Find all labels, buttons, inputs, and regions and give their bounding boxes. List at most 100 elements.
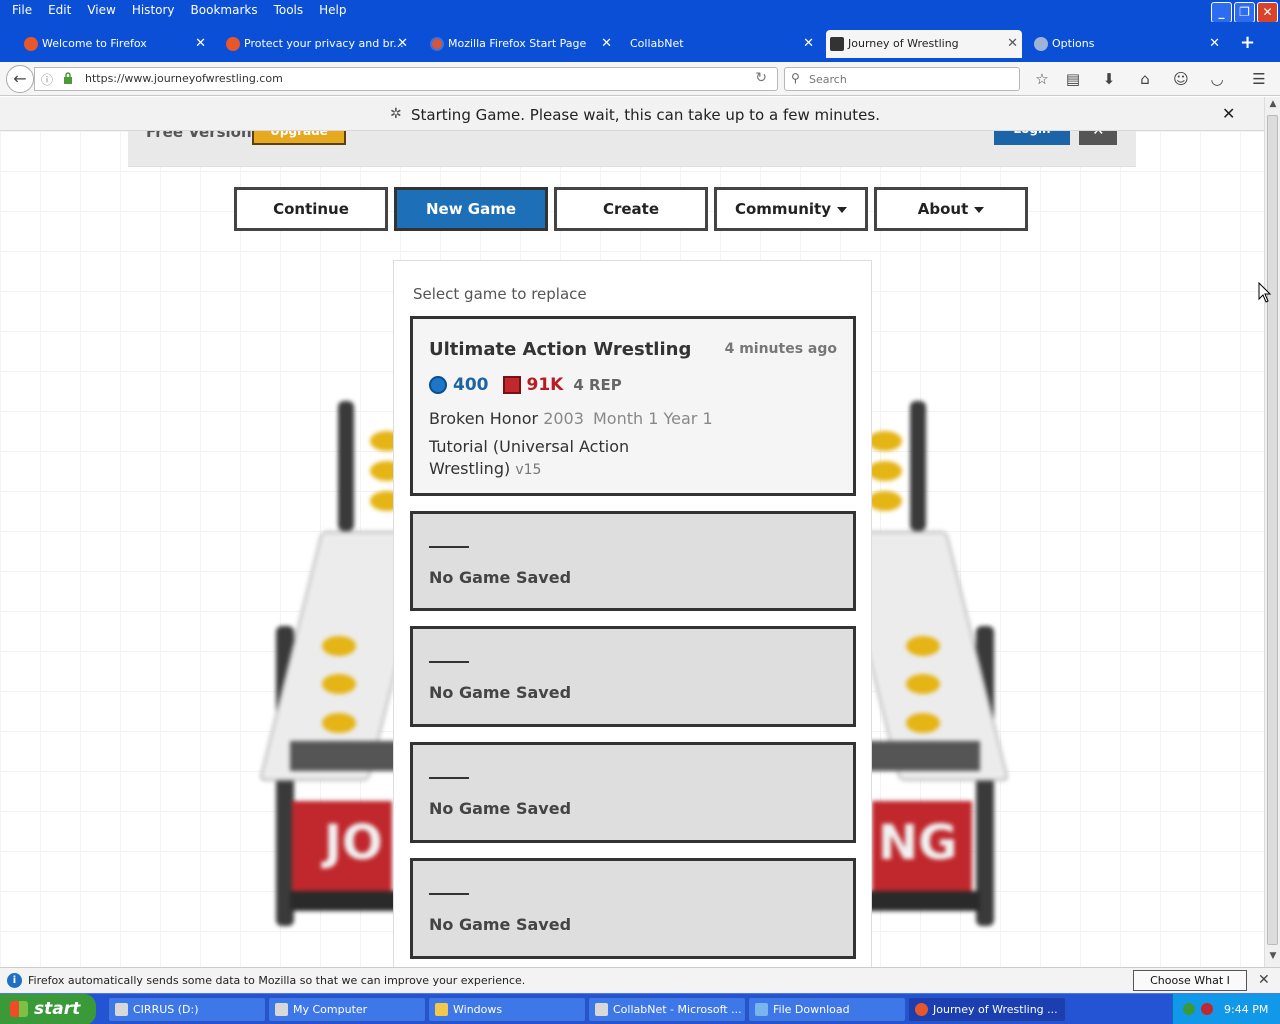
ie-icon xyxy=(755,1003,768,1016)
menu-bar: File Edit View History Bookmarks Tools H… xyxy=(0,0,1280,23)
url-bar[interactable]: ⓘ https://www.journeyofwrestling.com ↻ xyxy=(34,67,778,91)
wrench-icon[interactable]: ⚒ xyxy=(1079,131,1117,145)
notification-bar: ✲ Starting Game. Please wait, this can t… xyxy=(0,97,1264,131)
task-label: CollabNet - Microsoft ... xyxy=(613,1003,742,1016)
create-label: Create xyxy=(602,200,660,218)
close-tab-icon[interactable]: ✕ xyxy=(1209,30,1220,58)
start-button[interactable]: start xyxy=(0,994,96,1024)
about-label: About xyxy=(917,200,969,218)
task-file-download[interactable]: File Download xyxy=(748,997,906,1022)
menu-bookmarks[interactable]: Bookmarks xyxy=(183,3,266,17)
windows-logo-icon xyxy=(10,1001,28,1017)
tab-label: Mozilla Firefox Start Page xyxy=(448,37,587,50)
saved-time: 4 minutes ago xyxy=(724,341,837,357)
info-icon[interactable]: ⓘ xyxy=(41,71,53,88)
scroll-down-icon[interactable]: ▼ xyxy=(1266,951,1280,965)
vertical-scrollbar[interactable]: ▲ ▼ xyxy=(1264,97,1280,967)
save-slot-2[interactable]: No Game Saved xyxy=(410,511,856,611)
upgrade-button[interactable]: Upgrade xyxy=(252,131,346,145)
info-icon: i xyxy=(7,973,22,988)
scrollbar-thumb[interactable] xyxy=(1267,115,1278,945)
menu-view[interactable]: View xyxy=(79,3,123,17)
tab-collabnet[interactable]: CollabNet ✕ xyxy=(624,30,818,58)
hello-icon[interactable]: ☺ xyxy=(1171,69,1191,89)
restore-button[interactable]: ❐ xyxy=(1234,2,1255,23)
community-dropdown[interactable]: Community xyxy=(714,187,868,231)
task-collabnet[interactable]: CollabNet - Microsoft ... xyxy=(588,997,746,1022)
empty-dash xyxy=(429,777,469,779)
new-game-label: New Game xyxy=(425,200,517,218)
tab-journey-of-wrestling[interactable]: Journey of Wrestling ✕ xyxy=(826,30,1022,58)
close-tab-icon[interactable]: ✕ xyxy=(803,30,814,58)
browser-icon xyxy=(595,1003,608,1016)
menu-tools[interactable]: Tools xyxy=(266,3,312,17)
tab-options[interactable]: Options ✕ xyxy=(1030,30,1224,58)
bookmark-star-icon[interactable]: ☆ xyxy=(1032,69,1052,89)
menu-help[interactable]: Help xyxy=(311,3,354,17)
chevron-down-icon xyxy=(837,206,848,213)
promotion-name: Broken Honor xyxy=(429,409,539,428)
turnbuckle-pad xyxy=(906,674,940,694)
drive-icon xyxy=(115,1003,128,1016)
community-label: Community xyxy=(734,200,832,218)
pocket-icon[interactable]: ◡ xyxy=(1207,69,1227,89)
firefox-icon xyxy=(915,1003,928,1016)
folder-icon xyxy=(435,1003,448,1016)
login-button[interactable]: Login xyxy=(994,131,1070,145)
tab-privacy[interactable]: Protect your privacy and br... ✕ xyxy=(222,30,412,58)
save-slot-5[interactable]: No Game Saved xyxy=(410,858,856,959)
menu-edit[interactable]: Edit xyxy=(40,3,79,17)
data-reporting-message: Firefox automatically sends some data to… xyxy=(28,974,526,987)
task-cirrus[interactable]: CIRRUS (D:) xyxy=(108,997,266,1022)
task-windows[interactable]: Windows xyxy=(428,997,586,1022)
reload-icon[interactable]: ↻ xyxy=(755,70,767,86)
bookmarks-list-icon[interactable]: ▤ xyxy=(1063,69,1083,89)
turnbuckle-pad xyxy=(868,461,902,481)
tab-label: CollabNet xyxy=(630,37,684,50)
task-label: Journey of Wrestling ... xyxy=(933,1003,1058,1016)
close-icon[interactable]: ✕ xyxy=(1258,972,1270,988)
panel-title: Select game to replace xyxy=(413,285,587,303)
search-icon: ⚲ xyxy=(791,71,800,85)
notification-message: Starting Game. Please wait, this can tak… xyxy=(411,106,880,124)
scenario-version: v15 xyxy=(515,462,542,478)
choose-what-i-share-button[interactable]: Choose What I Share xyxy=(1133,970,1247,1006)
back-button[interactable]: ← xyxy=(6,65,34,93)
new-game-button[interactable]: New Game xyxy=(394,187,548,231)
turnbuckle-pad xyxy=(906,713,940,733)
hamburger-menu-icon[interactable]: ☰ xyxy=(1249,69,1269,89)
task-my-computer[interactable]: My Computer xyxy=(268,997,426,1022)
close-notification-button[interactable]: ✕ xyxy=(1222,104,1235,123)
close-tab-icon[interactable]: ✕ xyxy=(601,30,612,58)
tab-welcome[interactable]: Welcome to Firefox ✕ xyxy=(20,30,210,58)
turnbuckle-pad xyxy=(868,431,902,451)
menu-history[interactable]: History xyxy=(124,3,183,17)
save-slot-3[interactable]: No Game Saved xyxy=(410,626,856,727)
scroll-up-icon[interactable]: ▲ xyxy=(1266,99,1280,113)
free-version-label: Free Version xyxy=(146,131,252,141)
tab-start-page[interactable]: Mozilla Firefox Start Page ✕ xyxy=(426,30,616,58)
close-tab-icon[interactable]: ✕ xyxy=(195,30,206,58)
network-icon[interactable] xyxy=(1183,1003,1195,1015)
continue-button[interactable]: Continue xyxy=(234,187,388,231)
tab-label: Welcome to Firefox xyxy=(42,37,147,50)
minimize-button[interactable]: _ xyxy=(1211,2,1232,23)
close-window-button[interactable]: ✕ xyxy=(1257,2,1278,23)
menu-file[interactable]: File xyxy=(4,3,40,17)
task-label: File Download xyxy=(773,1003,850,1016)
downloads-icon[interactable]: ⬇ xyxy=(1099,69,1119,89)
fans-value: 91K xyxy=(526,375,564,395)
firefox-icon xyxy=(24,37,38,51)
task-journey-of-wrestling[interactable]: Journey of Wrestling ... xyxy=(908,997,1066,1022)
security-shield-icon[interactable] xyxy=(1201,1003,1213,1015)
close-tab-icon[interactable]: ✕ xyxy=(397,30,408,58)
home-icon[interactable]: ⌂ xyxy=(1135,69,1155,89)
new-tab-button[interactable]: + xyxy=(1240,32,1255,53)
save-slot-1[interactable]: Ultimate Action Wrestling 4 minutes ago … xyxy=(410,316,856,496)
search-input[interactable]: ⚲ Search xyxy=(784,67,1020,91)
save-slot-4[interactable]: No Game Saved xyxy=(410,742,856,843)
create-button[interactable]: Create xyxy=(554,187,708,231)
about-dropdown[interactable]: About xyxy=(874,187,1028,231)
close-tab-icon[interactable]: ✕ xyxy=(1007,30,1018,58)
empty-dash xyxy=(429,893,469,895)
